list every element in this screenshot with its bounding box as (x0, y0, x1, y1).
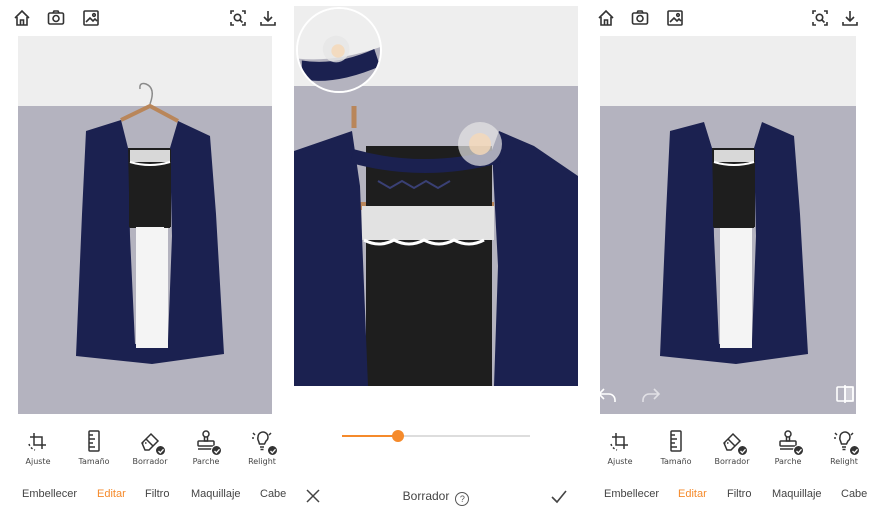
tool-parche[interactable]: Parche (181, 428, 231, 466)
tool-label: Relight (830, 457, 858, 466)
confirm-check-icon[interactable] (549, 486, 569, 506)
category-tabs: Embellecer Editar Filtro Maquillaje Cabe (584, 483, 872, 509)
tab-embellecer[interactable]: Embellecer (22, 488, 77, 500)
tool-label: Relight (248, 457, 276, 466)
tool-relight[interactable]: Relight (819, 428, 869, 466)
tool-ajuste[interactable]: Ajuste (595, 428, 645, 466)
magnifier-preview (296, 7, 382, 93)
tool-label: Tamaño (660, 457, 692, 466)
tool-tamano[interactable]: Tamaño (651, 428, 701, 466)
eraser-icon (719, 428, 748, 456)
edit-tools: Ajuste Tamaño Borrador Parche Relight (584, 428, 872, 470)
slider-knob[interactable] (392, 430, 405, 442)
check-badge-icon (849, 445, 860, 456)
slider-fill (342, 435, 399, 437)
top-toolbar (0, 0, 288, 36)
tool-borrador[interactable]: Borrador (707, 428, 757, 466)
tool-label: Ajuste (25, 457, 51, 466)
gallery-icon[interactable] (81, 8, 101, 28)
tool-ajuste[interactable]: Ajuste (13, 428, 63, 466)
undo-icon[interactable] (596, 386, 618, 404)
ruler-icon (663, 428, 689, 454)
tool-label: Borrador (132, 457, 168, 466)
eraser-title: Borrador? (294, 489, 578, 506)
lightbulb-icon (831, 428, 860, 456)
eraser-icon (137, 428, 166, 456)
tab-cabello[interactable]: Cabe (260, 488, 286, 500)
camera-icon[interactable] (630, 8, 650, 28)
tool-parche[interactable]: Parche (763, 428, 813, 466)
ruler-icon (81, 428, 107, 454)
tool-tamano[interactable]: Tamaño (69, 428, 119, 466)
top-toolbar (584, 0, 872, 36)
crop-rotate-icon (607, 428, 633, 454)
home-icon[interactable] (596, 8, 616, 28)
check-badge-icon (267, 445, 278, 456)
check-badge-icon (211, 445, 222, 456)
tab-filtro[interactable]: Filtro (145, 488, 169, 500)
edit-tools: Ajuste Tamaño Borrador Parche Relight (0, 428, 288, 470)
editor-panel-before: Ajuste Tamaño Borrador Parche Relight Em… (0, 0, 288, 520)
tab-editar[interactable]: Editar (678, 488, 707, 500)
tab-maquillaje[interactable]: Maquillaje (191, 488, 241, 500)
lightbulb-icon (249, 428, 278, 456)
eraser-action-bar: Borrador? (294, 483, 578, 509)
category-tabs: Embellecer Editar Filtro Maquillaje Cabe (0, 483, 288, 509)
compare-split-icon[interactable] (834, 384, 856, 404)
check-badge-icon (737, 445, 748, 456)
tab-editar[interactable]: Editar (97, 488, 126, 500)
stamp-icon (775, 428, 804, 456)
tool-borrador[interactable]: Borrador (125, 428, 175, 466)
help-icon[interactable]: ? (455, 492, 470, 506)
gallery-icon[interactable] (665, 8, 685, 28)
tool-relight[interactable]: Relight (237, 428, 287, 466)
tool-label: Ajuste (607, 457, 633, 466)
tool-label: Parche (774, 457, 802, 466)
tool-label: Borrador (714, 457, 750, 466)
compare-search-icon[interactable] (228, 8, 248, 28)
check-badge-icon (155, 445, 166, 456)
redo-icon[interactable] (640, 386, 662, 404)
editor-panel-after: Ajuste Tamaño Borrador Parche Relight Em… (584, 0, 872, 520)
photo-before[interactable] (18, 36, 272, 414)
download-icon[interactable] (258, 8, 278, 28)
brush-size-slider[interactable] (342, 430, 530, 442)
compare-search-icon[interactable] (810, 8, 830, 28)
tab-filtro[interactable]: Filtro (727, 488, 751, 500)
home-icon[interactable] (12, 8, 32, 28)
tool-label: Tamaño (78, 457, 110, 466)
eraser-panel: Borrador? (294, 0, 578, 520)
tab-cabello[interactable]: Cabe (841, 488, 867, 500)
camera-icon[interactable] (46, 8, 66, 28)
tool-label: Parche (192, 457, 220, 466)
photo-after[interactable] (600, 36, 856, 414)
stamp-icon (193, 428, 222, 456)
crop-rotate-icon (25, 428, 51, 454)
tab-embellecer[interactable]: Embellecer (604, 488, 659, 500)
tab-maquillaje[interactable]: Maquillaje (772, 488, 822, 500)
check-badge-icon (793, 445, 804, 456)
download-icon[interactable] (840, 8, 860, 28)
tool-title: Borrador (402, 489, 450, 503)
